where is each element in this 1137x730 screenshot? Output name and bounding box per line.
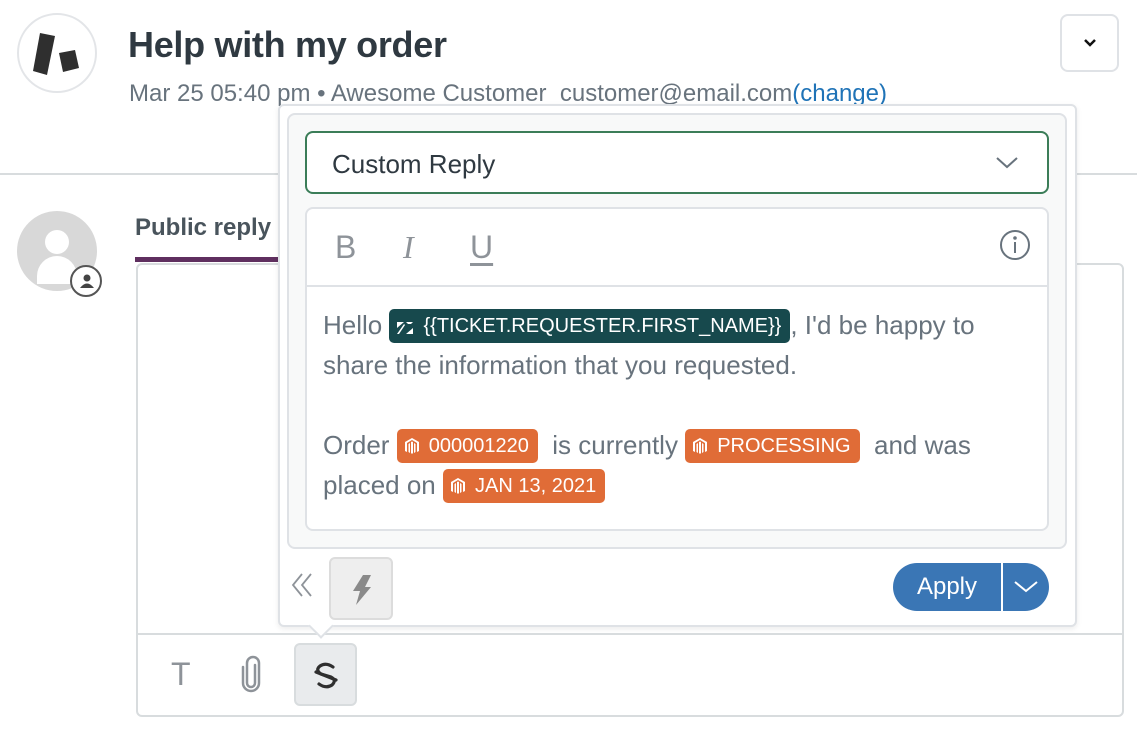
ticket-title: Help with my order [128,24,447,65]
ticket-datetime: Mar 25 05:40 pm [129,80,311,107]
placeholder-order-date[interactable]: JAN 13, 2021 [443,469,606,503]
text-greeting: Hello [323,310,383,340]
magento-icon [451,478,465,494]
attachment-button[interactable] [239,655,263,698]
placeholder-order-status[interactable]: PROCESSING [685,429,860,463]
requester-email: customer@email.com [559,80,793,107]
change-requester-link[interactable]: (change) [792,80,887,107]
macro-lightning-button[interactable] [329,557,393,620]
magento-icon [404,438,419,454]
paperclip-icon [241,655,261,693]
zendesk-brand-icon [33,33,79,75]
collapse-history-button[interactable] [290,572,314,606]
chevron-down-icon [1014,581,1038,593]
chevron-down-icon [996,157,1018,169]
info-icon[interactable] [999,229,1031,261]
text-order-prefix: Order [323,430,390,460]
tab-public-reply[interactable]: Public reply [135,214,271,242]
sunco-s-icon [314,662,338,689]
composer-divider [136,633,1124,635]
text-status-prefix: is currently [552,430,678,460]
apply-options-button[interactable] [1003,563,1049,611]
placeholder-order-number[interactable]: 000001220 [396,429,538,463]
template-select[interactable]: Custom Reply [305,131,1049,194]
apply-button[interactable]: Apply [893,563,1001,611]
text-format-button[interactable]: T [171,656,191,693]
sunco-macro-button[interactable] [294,643,357,706]
meta-separator: • [310,80,331,107]
template-select-value: Custom Reply [332,149,496,179]
ticket-options-button[interactable] [1060,14,1119,72]
double-chevron-left-icon [291,573,312,597]
lightning-bolt-icon [353,575,371,605]
brand-logo [17,13,97,93]
underline-button[interactable]: U [470,229,493,266]
zendesk-icon [397,322,414,334]
placeholder-requester-first-name[interactable]: {{TICKET.REQUESTER.FIRST_NAME}} [389,309,791,343]
template-editor[interactable]: B I U Hello {{TICKET.REQUESTER.FIRST_NAM… [305,207,1049,531]
requester-name: Awesome Customer [330,80,547,107]
bold-button[interactable]: B [335,229,356,266]
editor-content[interactable]: Hello {{TICKET.REQUESTER.FIRST_NAME}}, I… [323,305,1043,505]
magento-icon [693,438,708,454]
editor-toolbar: B I U [307,209,1047,287]
person-badge-icon [70,265,102,297]
tab-active-indicator [135,257,285,262]
italic-button[interactable]: I [403,229,414,266]
chevron-down-icon [1084,39,1096,47]
